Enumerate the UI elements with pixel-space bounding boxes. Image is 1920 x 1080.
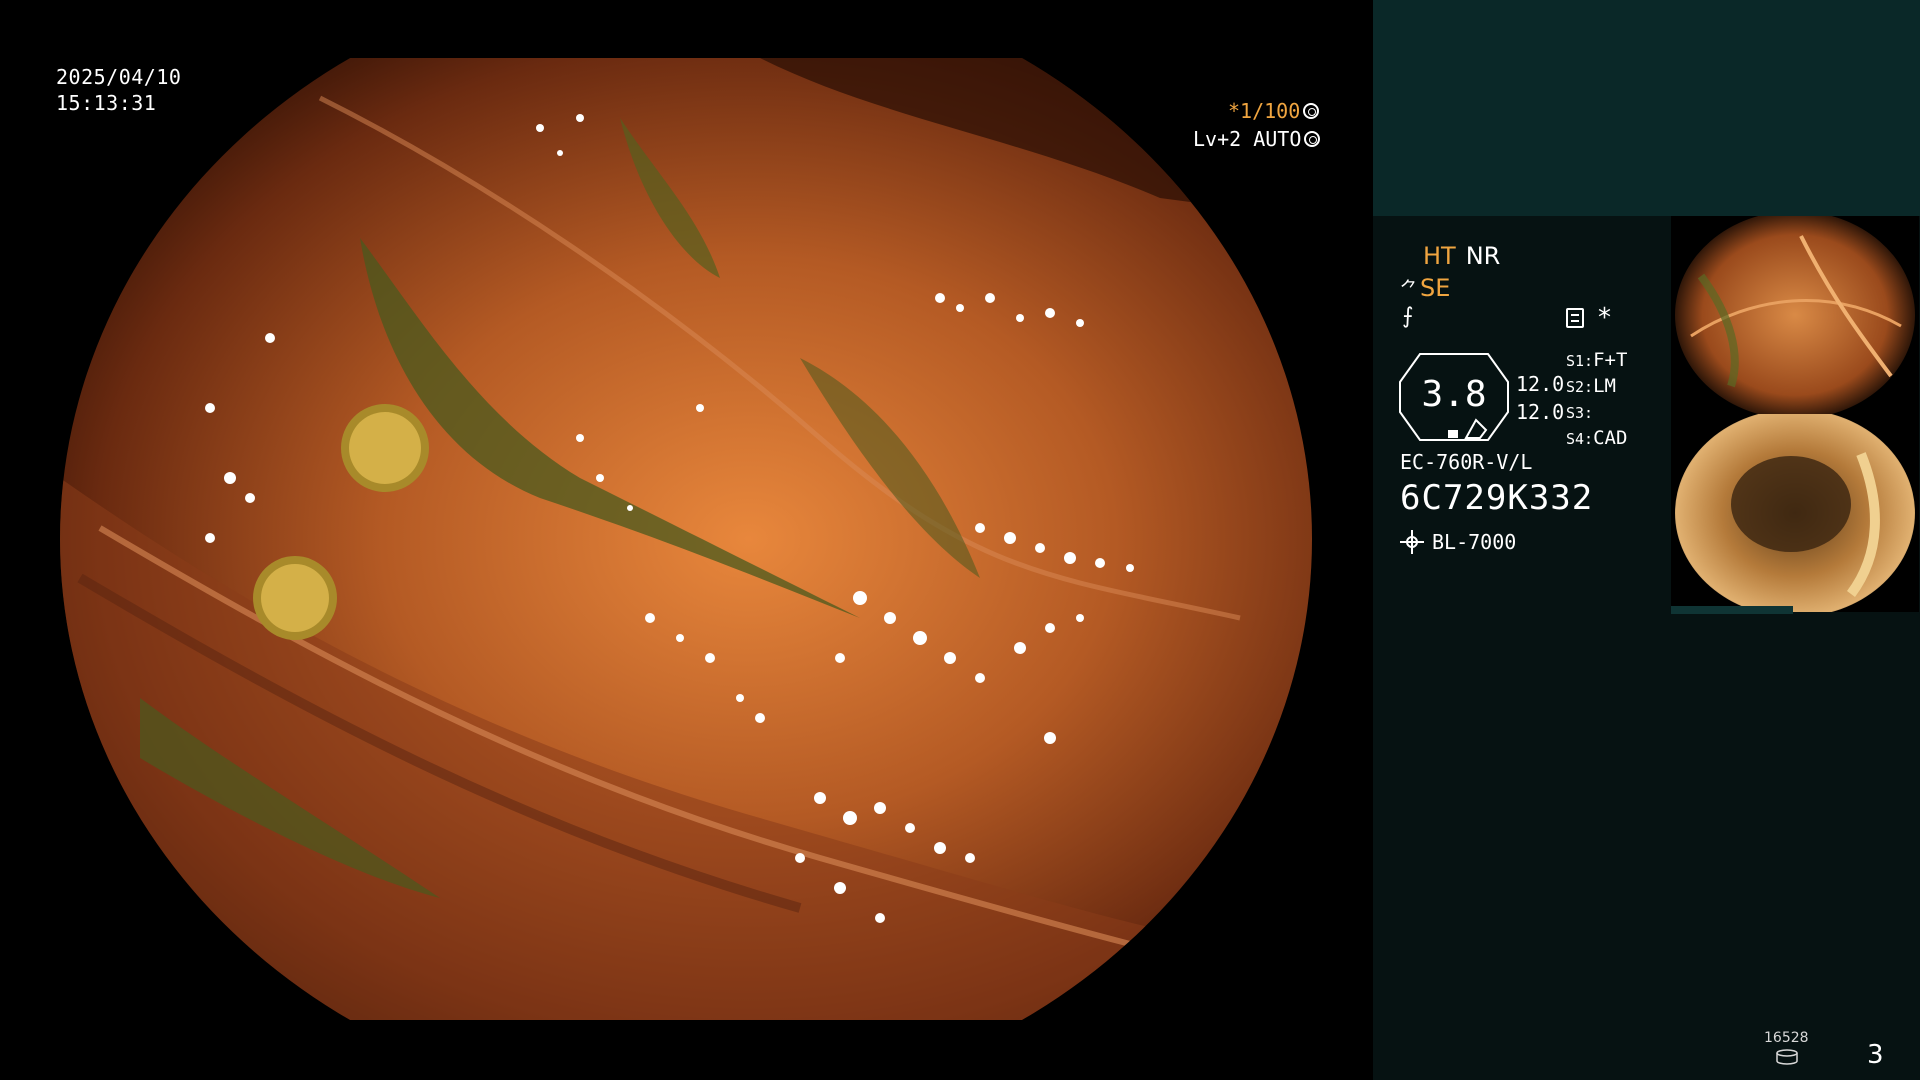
asterisk-icon: * <box>1598 303 1611 333</box>
status-panel-header-band <box>1373 0 1920 216</box>
measurement-value-2: 12.0 <box>1516 400 1565 424</box>
switch-s1: S1:F+T <box>1566 349 1628 371</box>
level-label: Lv+2 AUTO <box>1193 127 1302 151</box>
storage-disk-icon <box>1776 1049 1798 1065</box>
scope-serial-label: 6C729K332 <box>1400 478 1594 518</box>
auto-mode-icon <box>1304 131 1321 147</box>
time-label: 15:13:31 <box>56 91 157 115</box>
page-number: 3 <box>1867 1040 1884 1070</box>
light-source-label: BL-7000 <box>1432 530 1517 554</box>
enhancement-icon: ⺈ <box>1400 279 1418 300</box>
menu-list-icon <box>1566 308 1584 328</box>
switch-s2: S2:LM <box>1566 375 1616 397</box>
date-time-overlay: 2025/04/10 15:13:31 <box>56 64 181 116</box>
shutter-indicator: *1/100 <box>1228 99 1320 123</box>
storage-counter: 16528 <box>1764 1030 1809 1046</box>
capture-thumbnail-2[interactable] <box>1671 414 1919 612</box>
scope-model-label: EC-760R-V/L <box>1400 450 1533 474</box>
zoom-value: 3.8 <box>1421 374 1487 415</box>
image-processing-row: HT NR <box>1423 242 1500 270</box>
capture-thumbnail-1[interactable] <box>1671 216 1919 414</box>
thumbnail-image-2 <box>1675 414 1915 612</box>
thumbnail-image-1 <box>1675 216 1915 414</box>
frequency-icon: ⨍ <box>1402 304 1414 329</box>
switch-s4: S4:CAD <box>1566 427 1628 449</box>
measurement-value-1: 12.0 <box>1516 372 1565 396</box>
structure-enhancement-row: ⺈ SE <box>1400 274 1450 302</box>
date-label: 2025/04/10 <box>56 65 182 89</box>
light-source-icon <box>1400 530 1424 554</box>
switch-s3: S3: <box>1566 404 1594 422</box>
brightness-level-indicator: Lv+2 AUTO <box>1193 127 1321 151</box>
measurement-values: 12.0 12.0 <box>1516 370 1564 426</box>
nr-indicator: NR <box>1465 242 1501 270</box>
thumbnail-selection-bar <box>1671 606 1793 614</box>
ht-indicator: HT <box>1423 242 1456 270</box>
shutter-mode-icon <box>1303 103 1320 119</box>
endoscope-display: 2025/04/10 15:13:31 *1/100 Lv+2 AUTO <box>0 0 1372 1080</box>
shutter-label: *1/100 <box>1228 99 1301 123</box>
scope-switch-assignments: S1:F+T S2:LM S3: S4:CAD <box>1566 348 1627 452</box>
zoom-indicator: 3.8 <box>1398 352 1510 442</box>
light-source-row: BL-7000 <box>1400 530 1516 554</box>
se-indicator: SE <box>1420 274 1451 302</box>
endoscopic-image <box>60 58 1312 1020</box>
colon-mucosa-image <box>60 58 1312 1020</box>
